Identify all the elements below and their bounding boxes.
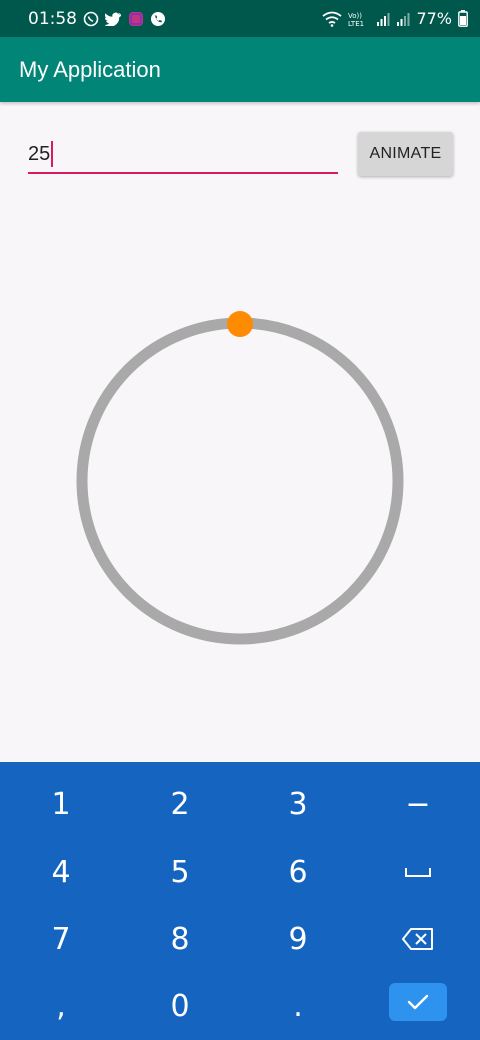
status-bar-left: 01:58	[28, 9, 166, 29]
key-comma[interactable]: ,	[21, 976, 101, 1036]
signal-icon	[376, 12, 390, 26]
key-9[interactable]: 9	[258, 909, 338, 969]
key-2[interactable]: 2	[140, 774, 220, 834]
svg-text:LTE1: LTE1	[348, 20, 364, 27]
animate-button[interactable]: ANIMATE	[358, 132, 453, 176]
space-icon	[405, 868, 431, 877]
instagram-icon	[128, 11, 144, 27]
done-button[interactable]	[389, 983, 447, 1021]
key-4[interactable]: 4	[21, 842, 101, 902]
status-time: 01:58	[28, 8, 77, 29]
space-key[interactable]	[378, 842, 458, 902]
number-input[interactable]: 25	[28, 136, 338, 174]
circle-track	[76, 317, 404, 645]
numeric-keyboard: 1 2 3 − 4 5 6 7 8 9 , 0 .	[0, 762, 480, 1040]
key-period[interactable]: .	[258, 976, 338, 1036]
key-8[interactable]: 8	[140, 909, 220, 969]
battery-icon	[458, 10, 468, 27]
key-7[interactable]: 7	[21, 909, 101, 969]
check-icon	[407, 994, 429, 1010]
key-minus[interactable]: −	[378, 774, 458, 834]
status-bar-right: Vo)) LTE1 77%	[322, 9, 468, 28]
battery-percent: 77%	[416, 9, 452, 28]
svg-text:Vo)): Vo))	[348, 12, 362, 20]
key-5[interactable]: 5	[140, 842, 220, 902]
status-bar: 01:58 Vo)) LTE1 77%	[0, 0, 480, 37]
key-1[interactable]: 1	[21, 774, 101, 834]
phone-icon	[150, 11, 166, 27]
app-title: My Application	[19, 56, 161, 82]
number-input-value: 25	[28, 142, 51, 165]
signal-icon	[396, 12, 410, 26]
text-caret	[51, 141, 54, 167]
key-0[interactable]: 0	[140, 976, 220, 1036]
wifi-icon	[322, 11, 342, 27]
key-6[interactable]: 6	[258, 842, 338, 902]
whatsapp-icon	[83, 11, 99, 27]
volte-icon: Vo)) LTE1	[348, 11, 370, 27]
backspace-icon	[402, 928, 433, 950]
app-bar: My Application	[0, 37, 480, 102]
backspace-key[interactable]	[378, 909, 458, 969]
orange-dot	[227, 311, 253, 337]
twitter-icon	[105, 12, 122, 26]
progress-circle	[76, 311, 404, 645]
key-3[interactable]: 3	[258, 774, 338, 834]
